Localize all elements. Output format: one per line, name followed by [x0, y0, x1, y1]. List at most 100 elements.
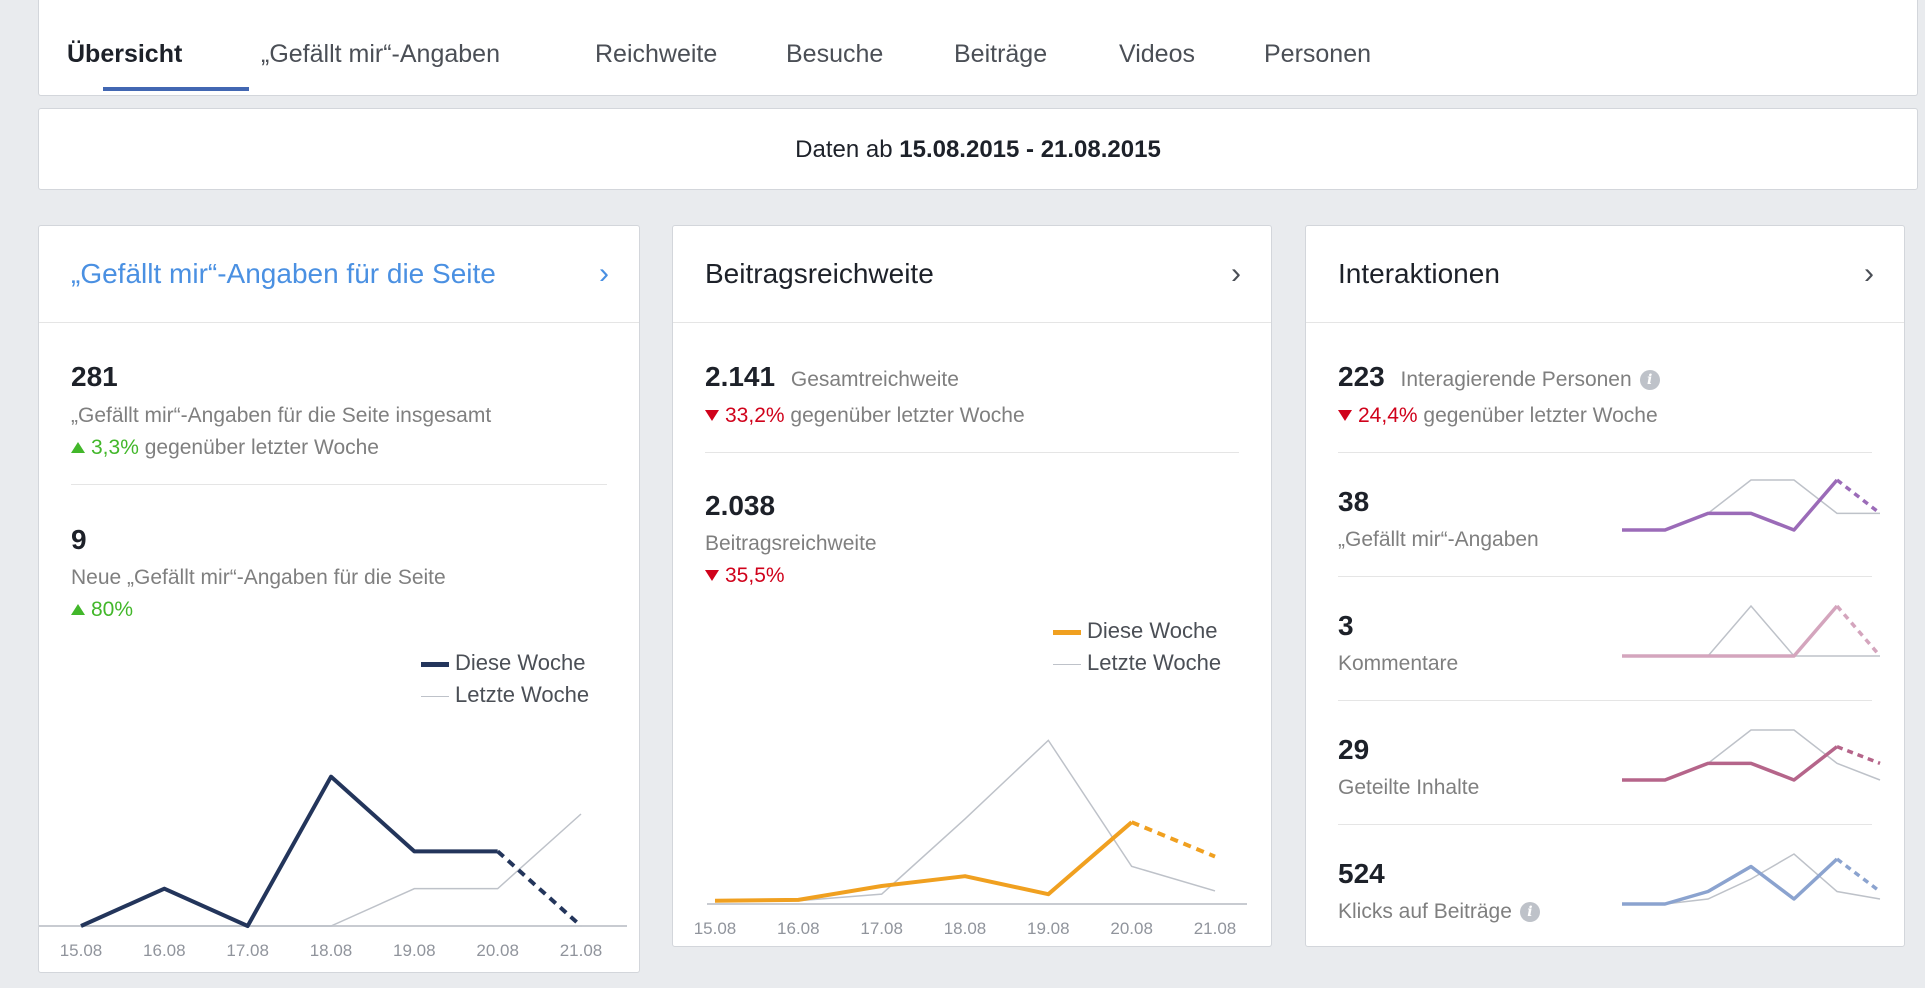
shares-sparkline	[1622, 729, 1881, 782]
sparkline-last-week	[1622, 604, 1880, 657]
tab-reach[interactable]: Reichweite	[595, 0, 717, 96]
divider	[1338, 700, 1872, 701]
interactions-card-header[interactable]: Interaktionen ›	[1306, 226, 1904, 323]
date-range-bar: Daten ab 15.08.2015 - 21.08.2015	[38, 108, 1918, 190]
down-arrow-icon	[705, 410, 719, 421]
interactions-total-value: 223 Interagierende Personen i	[1338, 361, 1660, 393]
reach-card-title[interactable]: Beitragsreichweite	[705, 226, 934, 322]
reach-card: Beitragsreichweite › 2.141 Gesamtreichwe…	[672, 225, 1272, 947]
chevron-right-icon[interactable]: ›	[1231, 226, 1241, 322]
legend-swatch	[1053, 629, 1081, 635]
chevron-right-icon[interactable]: ›	[1864, 226, 1874, 322]
series-line-this-week	[80, 774, 498, 928]
sparkline-this-week-partial	[1835, 857, 1882, 893]
reach-post-change: 35,5%	[705, 564, 785, 588]
change-percent: 35,5%	[725, 564, 785, 587]
reach-post-value: 2.038	[705, 490, 776, 521]
date-range-value: 15.08.2015 - 21.08.2015	[899, 136, 1161, 163]
interaction-row-value: 29	[1338, 734, 1370, 765]
clicks-sparkline	[1622, 853, 1882, 906]
x-tick-label: 19.08	[393, 941, 436, 960]
info-icon[interactable]: i	[1519, 902, 1540, 922]
sparkline-this-week	[1622, 745, 1839, 782]
x-tick-label: 18.08	[310, 941, 353, 960]
interaction-row-value: 3	[1338, 610, 1354, 641]
sparkline-this-week-partial	[1835, 604, 1882, 658]
likes-new-label: Neue „Gefällt mir“-Angaben für die Seite	[71, 566, 446, 589]
series-line-last-week	[81, 813, 582, 927]
series-line-this-week-partial	[496, 849, 583, 928]
change-percent: 33,2%	[725, 404, 785, 427]
divider	[705, 452, 1239, 453]
legend-swatch	[421, 661, 449, 667]
active-tab-indicator	[103, 87, 249, 91]
interactions-total-label: Interagierende Personen	[1400, 368, 1632, 391]
likes-card-title[interactable]: „Gefällt mir“-Angaben für die Seite	[71, 226, 496, 322]
likes-new-change: 80%	[71, 598, 133, 622]
interaction-row-label: Kommentare	[1338, 652, 1459, 675]
tab-videos[interactable]: Videos	[1119, 0, 1195, 96]
change-percent: 24,4%	[1358, 404, 1418, 427]
divider	[1338, 576, 1872, 577]
interaction-row-label: Geteilte Inhalte	[1338, 776, 1480, 799]
reach-line-chart: 15.08 16.08 17.08 18.08 19.08 20.08 21.08	[694, 739, 1247, 938]
x-tick-label: 16.08	[777, 919, 820, 938]
legend-swatch	[1053, 663, 1081, 665]
x-tick-label: 15.08	[60, 941, 103, 960]
interaction-row-value: 524	[1338, 858, 1385, 889]
info-icon[interactable]: i	[1639, 370, 1660, 390]
divider	[71, 484, 607, 485]
change-percent: 3,3%	[91, 436, 139, 459]
reach-total-label: Gesamtreichweite	[790, 368, 959, 391]
x-tick-label: 15.08	[694, 919, 737, 938]
up-arrow-icon	[71, 442, 85, 453]
x-tick-label: 18.08	[944, 919, 987, 938]
change-percent: 80%	[91, 598, 134, 621]
down-arrow-icon	[1338, 410, 1352, 421]
tab-visits[interactable]: Besuche	[786, 0, 883, 96]
comments-sparkline	[1622, 604, 1882, 658]
interactions-total-change: 24,4% gegenüber letzter Woche	[1338, 404, 1658, 428]
up-arrow-icon	[71, 604, 85, 615]
reach-card-header[interactable]: Beitragsreichweite ›	[673, 226, 1271, 323]
divider	[1338, 824, 1872, 825]
change-text: gegenüber letzter Woche	[790, 404, 1025, 427]
sparkline-this-week-partial	[1836, 745, 1881, 765]
legend-last-week: Letzte Woche	[421, 682, 589, 708]
interactions-card-title[interactable]: Interaktionen	[1338, 226, 1500, 322]
legend-this-week: Diese Woche	[421, 650, 585, 676]
interaction-row-label: „Gefällt mir“-Angaben	[1338, 528, 1539, 551]
divider	[1338, 452, 1872, 453]
sparkline-last-week	[1622, 479, 1880, 531]
legend-swatch	[421, 695, 449, 697]
likes-new-value: 9	[71, 524, 87, 555]
sparkline-this-week	[1622, 857, 1839, 906]
chevron-right-icon[interactable]: ›	[599, 226, 609, 322]
x-tick-label: 21.08	[1194, 919, 1237, 938]
interactions-card: Interaktionen › 223 Interagierende Perso…	[1305, 225, 1905, 947]
tab-likes[interactable]: „Gefällt mir“-Angaben	[261, 0, 500, 96]
date-range-prefix: Daten ab	[795, 136, 893, 163]
reach-post-label: Beitragsreichweite	[705, 532, 877, 555]
interaction-row-value: 38	[1338, 486, 1370, 517]
likes-sparkline	[1622, 478, 1882, 532]
series-line-this-week-partial	[1130, 820, 1216, 859]
series-line-this-week	[714, 820, 1133, 903]
tab-bar: Übersicht „Gefällt mir“-Angaben Reichwei…	[38, 0, 1918, 96]
tab-posts[interactable]: Beiträge	[954, 0, 1047, 96]
likes-card: „Gefällt mir“-Angaben für die Seite › 28…	[38, 225, 640, 973]
sparkline-this-week-partial	[1835, 478, 1882, 515]
likes-line-chart: 15.08 16.08 17.08 18.08 19.08 20.08 21.08	[39, 774, 627, 960]
change-text: gegenüber letzter Woche	[144, 436, 379, 459]
legend-this-week: Diese Woche	[1053, 618, 1217, 644]
likes-card-header[interactable]: „Gefällt mir“-Angaben für die Seite ›	[39, 226, 639, 323]
down-arrow-icon	[705, 570, 719, 581]
x-tick-label: 17.08	[226, 941, 269, 960]
tab-people[interactable]: Personen	[1264, 0, 1371, 96]
sparkline-last-week	[1622, 729, 1881, 781]
x-tick-label: 20.08	[476, 941, 519, 960]
tab-overview[interactable]: Übersicht	[67, 0, 182, 96]
interaction-row-label: Klicks auf Beiträge i	[1338, 900, 1540, 924]
x-tick-label: 19.08	[1027, 919, 1070, 938]
x-tick-label: 16.08	[143, 941, 186, 960]
